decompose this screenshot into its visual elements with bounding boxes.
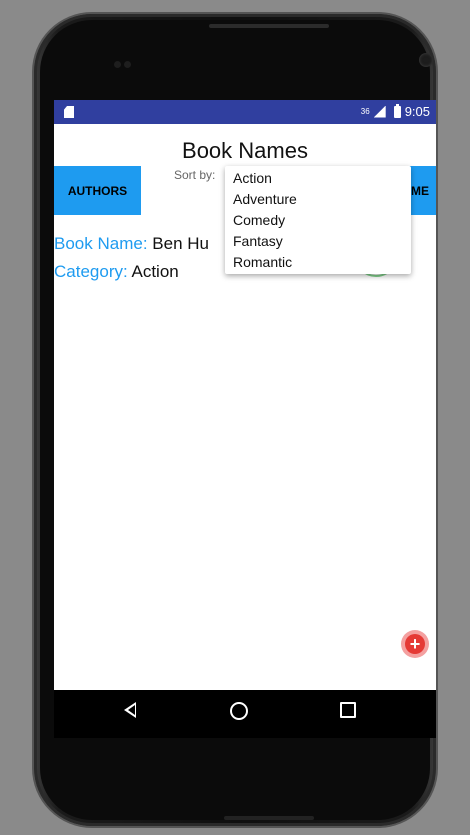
navigation-bar	[54, 690, 436, 738]
status-bar: 36 9:05	[54, 100, 436, 124]
add-circle-icon: +	[405, 634, 425, 654]
app-screen: 36 9:05 Book Names Sort by: AUTHORS ME B…	[54, 100, 436, 738]
top-speaker	[209, 24, 329, 28]
book-name-value: Ben Hu	[152, 234, 209, 253]
back-button[interactable]	[124, 702, 136, 718]
status-right: 36 9:05	[360, 103, 430, 119]
dropdown-option[interactable]: Fantasy	[233, 233, 283, 249]
back-icon	[124, 702, 136, 718]
sort-dropdown[interactable]: Action Adventure Comedy Fantasy Romantic	[225, 166, 411, 274]
sort-by-label: Sort by:	[174, 168, 216, 182]
name-button[interactable]: ME	[408, 166, 436, 215]
network-type: 36	[360, 107, 370, 116]
dropdown-option[interactable]: Action	[233, 170, 272, 186]
sensor-dots	[114, 55, 136, 68]
add-book-button[interactable]: +	[401, 630, 429, 658]
page-title: Book Names	[182, 138, 308, 163]
recent-apps-button[interactable]	[340, 702, 356, 718]
status-time: 9:05	[404, 104, 430, 119]
dropdown-option[interactable]: Comedy	[233, 212, 285, 228]
book-name-row[interactable]: Book Name: Ben Hu	[54, 234, 209, 254]
authors-button[interactable]: AUTHORS	[54, 166, 141, 215]
signal-icon	[373, 105, 386, 118]
category-row[interactable]: Category: Action	[54, 262, 179, 282]
front-camera	[419, 53, 433, 67]
category-label: Category:	[54, 262, 128, 281]
sd-card-icon	[64, 106, 74, 118]
home-button[interactable]	[230, 702, 248, 720]
dropdown-option[interactable]: Adventure	[233, 191, 297, 207]
recent-apps-icon	[340, 702, 356, 718]
home-icon	[230, 702, 248, 720]
bottom-speaker	[224, 816, 314, 820]
book-name-label: Book Name:	[54, 234, 148, 253]
battery-icon	[393, 103, 401, 118]
category-value: Action	[131, 262, 179, 281]
dropdown-option[interactable]: Romantic	[233, 254, 292, 270]
